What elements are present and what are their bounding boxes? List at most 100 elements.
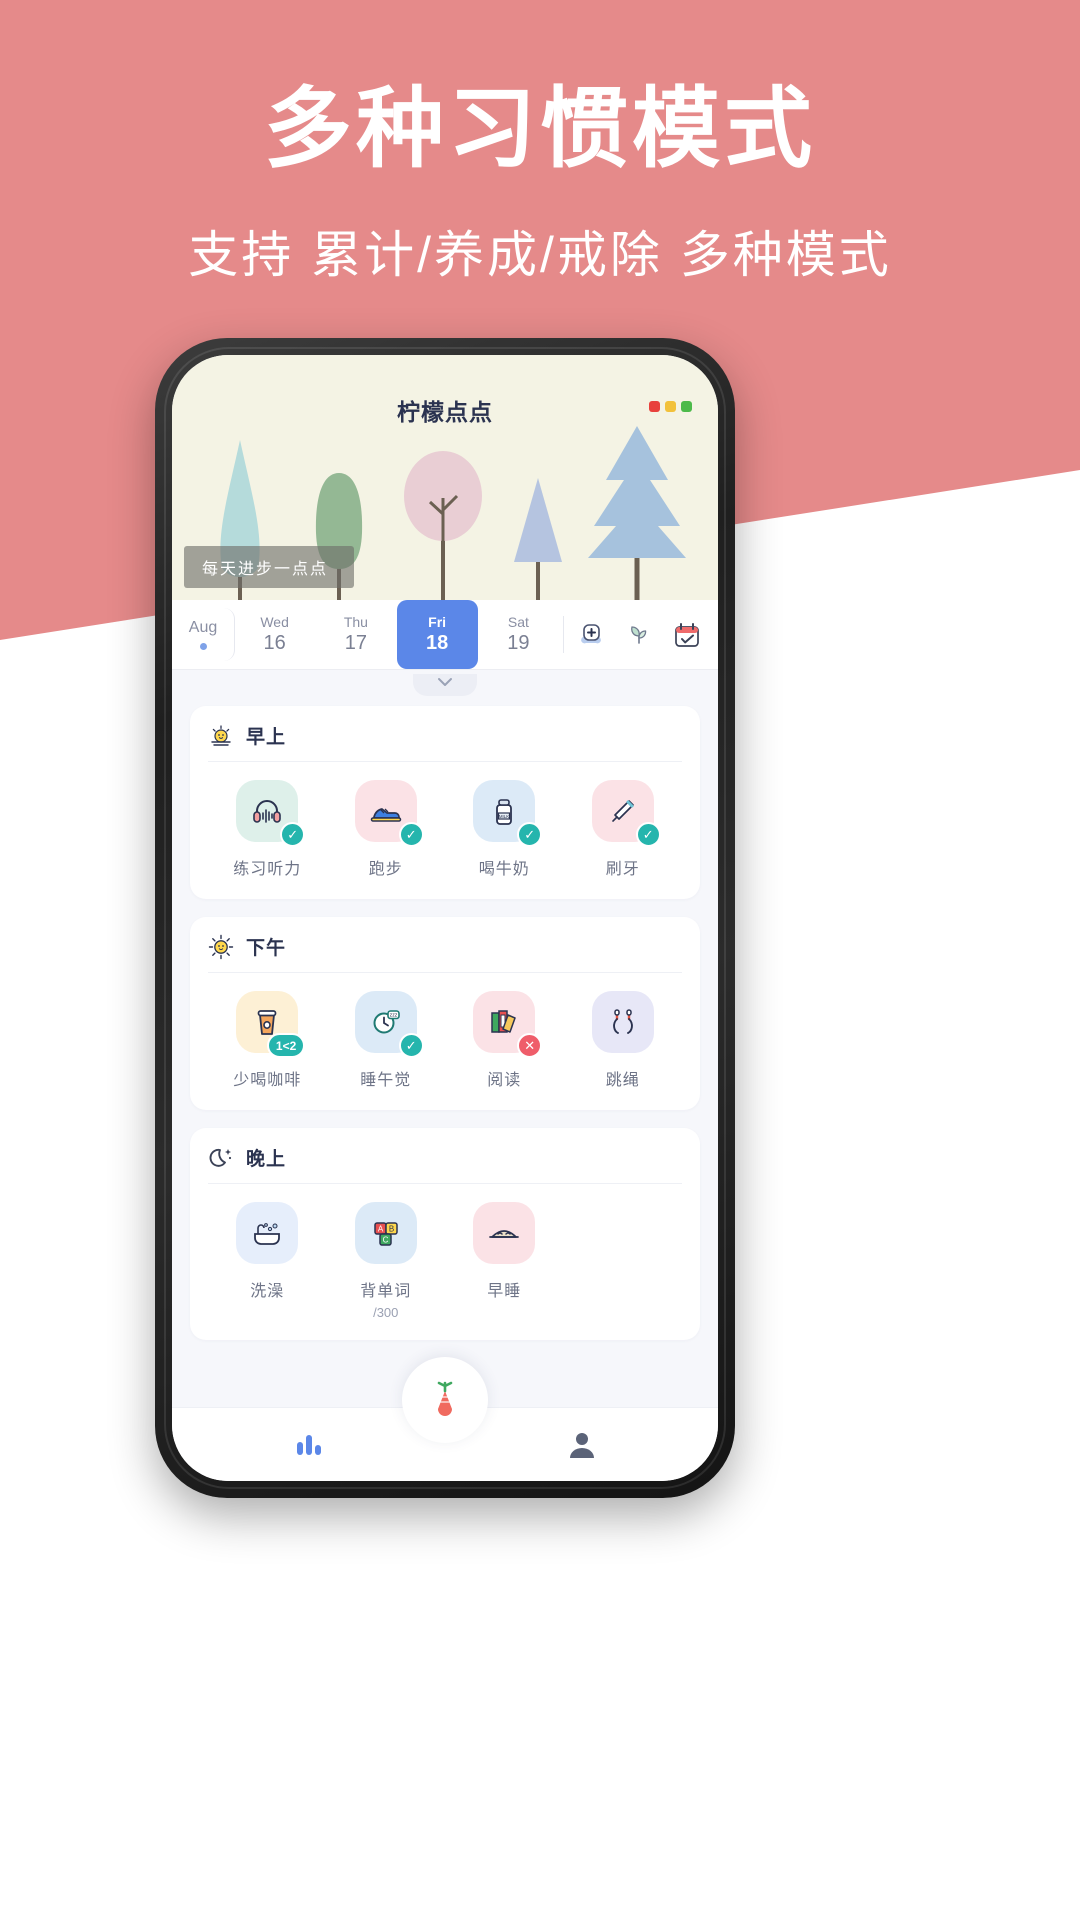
day-number: 19 [507, 632, 530, 654]
tree-pine-blue [582, 422, 692, 600]
sun-icon [208, 934, 234, 959]
day-number: 17 [344, 632, 367, 654]
habit-label: 喝牛奶 [478, 861, 530, 878]
section-divider [208, 761, 682, 762]
day-cell-wed[interactable]: Wed 16 [234, 600, 315, 669]
habit-label: 刷牙 [605, 861, 640, 878]
day-number: 18 [426, 632, 449, 654]
nav-item-stats[interactable] [172, 1430, 445, 1460]
stats-icon [296, 1434, 321, 1455]
datebar-divider [563, 616, 564, 653]
day-cell-thu[interactable]: Thu 17 [315, 600, 396, 669]
habit-label: 睡午觉 [360, 1072, 412, 1089]
habit-label: 早睡 [487, 1283, 522, 1300]
section-card-morning: 早上 ✓ 练习听力 ✓ 跑步 MILK ✓ 喝牛奶 ✓ 刷牙 [190, 706, 700, 899]
habit-item[interactable]: ✓ 刷牙 [564, 780, 683, 879]
habit-grid: 洗澡 A B C 背单词 /300 早睡 [208, 1202, 682, 1320]
status-badge: ✕ [517, 1033, 543, 1058]
bathtub-icon[interactable] [236, 1202, 299, 1264]
habit-item[interactable]: ✓ 跑步 [327, 780, 446, 879]
habit-label: 跳绳 [605, 1072, 640, 1089]
tree-foliage-icon [588, 426, 686, 558]
habit-grid: ✓ 练习听力 ✓ 跑步 MILK ✓ 喝牛奶 ✓ 刷牙 [208, 780, 682, 879]
month-label: Aug [188, 619, 218, 636]
chevron-down-icon [438, 678, 452, 686]
status-badge: ✓ [280, 822, 306, 847]
habit-item[interactable]: ✓ 练习听力 [208, 780, 327, 879]
status-badge: ✓ [398, 1033, 424, 1058]
month-dot-icon [199, 643, 207, 650]
promo-title: 多种习惯模式 [263, 79, 816, 178]
window-dot-green[interactable] [681, 401, 692, 412]
day-list: Wed 16 Thu 17 Fri 18 Sat 19 [234, 600, 559, 669]
phone-device-frame: 柠檬点点 每天进步一点点 Aug Wed 16 Thu 17 Fri 18 Sa… [155, 338, 735, 1498]
date-strip: Aug Wed 16 Thu 17 Fri 18 Sat 19 [172, 600, 718, 670]
habit-item[interactable]: 早睡 [445, 1202, 564, 1320]
window-dots[interactable] [649, 401, 692, 412]
habit-progress: /300 [373, 1305, 399, 1320]
svg-text:MILK: MILK [499, 814, 509, 819]
status-badge: ✓ [635, 822, 661, 847]
abc-blocks-icon[interactable]: A B C [354, 1202, 417, 1264]
nav-item-profile[interactable] [445, 1428, 718, 1462]
status-badge: ✓ [398, 822, 424, 847]
window-dot-red[interactable] [649, 401, 660, 412]
tree-foliage-icon [404, 451, 482, 544]
header-scenery: 柠檬点点 每天进步一点点 [172, 355, 718, 600]
add-record-fab[interactable] [402, 1357, 488, 1443]
collapse-handle[interactable] [413, 674, 477, 696]
day-dow: Fri [428, 614, 447, 630]
svg-text:B: B [389, 1225, 394, 1234]
section-divider [208, 972, 682, 973]
habit-label: 洗澡 [250, 1283, 285, 1300]
promo-subtitle: 支持 累计/养成/戒除 多种模式 [188, 227, 892, 283]
day-dow: Wed [260, 614, 289, 630]
status-badge: ✓ [517, 822, 543, 847]
window-dot-yellow[interactable] [665, 401, 676, 412]
add-habit-icon[interactable] [574, 618, 608, 652]
tree-cone-blue [512, 472, 564, 600]
carrot-icon [416, 1371, 474, 1429]
calendar-icon[interactable] [670, 618, 704, 652]
section-header: 晚上 [208, 1144, 682, 1183]
plant-icon[interactable] [622, 618, 656, 652]
section-title: 下午 [246, 938, 287, 959]
day-dow: Sat [507, 614, 529, 630]
habit-grid: 1<2 少喝咖啡 zzz ✓ 睡午觉 ✕ 阅读 跳绳 [208, 991, 682, 1090]
habit-item[interactable]: MILK ✓ 喝牛奶 [445, 780, 564, 879]
moon-icon [209, 1148, 232, 1167]
day-cell-fri-selected[interactable]: Fri 18 [396, 600, 478, 669]
section-card-evening: 晚上 洗澡 A B C 背单词 /300 早睡 [190, 1128, 700, 1340]
svg-text:A: A [378, 1225, 384, 1234]
svg-text:C: C [382, 1236, 388, 1245]
profile-icon [569, 1432, 594, 1458]
habit-item[interactable]: zzz ✓ 睡午觉 [327, 991, 446, 1090]
habit-scroll-area[interactable]: 早上 ✓ 练习听力 ✓ 跑步 MILK ✓ 喝牛奶 ✓ 刷牙 下午 1<2 少喝… [172, 670, 718, 1407]
habit-label: 少喝咖啡 [233, 1072, 302, 1089]
status-badge: 1<2 [266, 1033, 306, 1058]
section-divider [208, 1183, 682, 1184]
habit-label: 跑步 [368, 861, 403, 878]
jump-rope-icon[interactable] [591, 991, 654, 1053]
habit-item[interactable]: A B C 背单词 /300 [327, 1202, 446, 1320]
tree-round-pink [404, 448, 482, 600]
datebar-actions [568, 600, 718, 669]
motivational-banner: 每天进步一点点 [184, 546, 355, 588]
habit-item[interactable]: 洗澡 [208, 1202, 327, 1320]
section-header: 下午 [208, 933, 682, 972]
phone-screen: 柠檬点点 每天进步一点点 Aug Wed 16 Thu 17 Fri 18 Sa… [172, 355, 718, 1481]
month-indicator[interactable]: Aug [172, 600, 235, 669]
habit-label: 练习听力 [233, 861, 302, 878]
sleeping-face-icon[interactable] [473, 1202, 536, 1264]
day-cell-sat[interactable]: Sat 19 [478, 600, 559, 669]
habit-label: 阅读 [487, 1072, 522, 1089]
sunrise-icon [211, 724, 231, 746]
day-dow: Thu [343, 614, 368, 630]
habit-item[interactable]: 跳绳 [564, 991, 683, 1090]
section-header: 早上 [208, 722, 682, 761]
habit-item[interactable]: 1<2 少喝咖啡 [208, 991, 327, 1090]
section-title: 晚上 [246, 1149, 287, 1170]
habit-item[interactable]: ✕ 阅读 [445, 991, 564, 1090]
habit-label: 背单词 [360, 1283, 412, 1300]
app-title: 柠檬点点 [397, 399, 493, 425]
